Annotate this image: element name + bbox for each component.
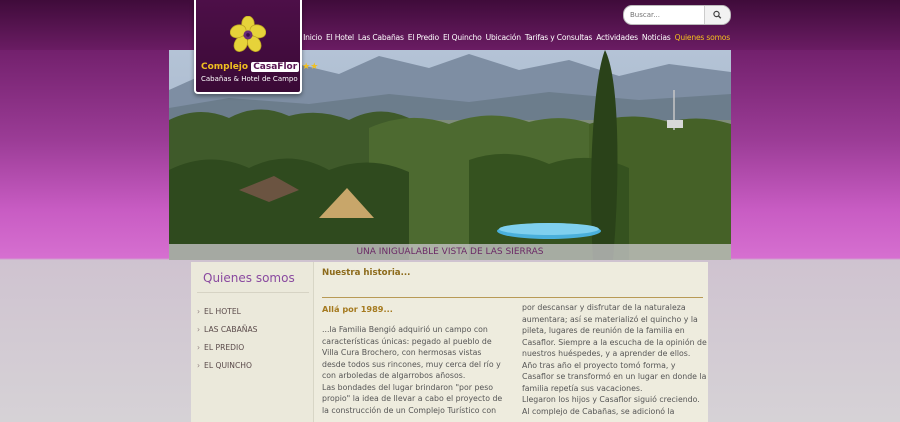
sidebar-item-el-quincho[interactable]: › EL QUINCHO bbox=[197, 361, 252, 370]
sidebar-item-label: EL PREDIO bbox=[204, 343, 245, 352]
nav-noticias[interactable]: Noticias bbox=[642, 33, 671, 42]
rating-stars: ★★ bbox=[302, 62, 319, 72]
chevron-right-icon: › bbox=[197, 325, 201, 334]
logo-title: Complejo CasaFlor ★★ bbox=[201, 62, 318, 72]
top-band bbox=[0, 0, 900, 50]
history-text-col2: por descansar y disfrutar de la naturale… bbox=[522, 303, 707, 416]
section-subtitle: Allá por 1989... bbox=[322, 304, 393, 314]
title-divider bbox=[322, 297, 703, 298]
flower-logo-icon bbox=[230, 16, 266, 52]
sidebar-item-label: EL HOTEL bbox=[204, 307, 241, 316]
sidebar-item-el-hotel[interactable]: › EL HOTEL bbox=[197, 307, 241, 316]
search-icon bbox=[713, 10, 722, 19]
nav-el-hotel[interactable]: El Hotel bbox=[326, 33, 354, 42]
nav-tarifas[interactable]: Tarifas y Consultas bbox=[525, 33, 593, 42]
sidebar-divider bbox=[197, 292, 309, 293]
chevron-right-icon: › bbox=[197, 343, 201, 352]
sidebar-item-las-cabanas[interactable]: › LAS CABAÑAS bbox=[197, 325, 257, 334]
logo-subtitle: Cabañas & Hotel de Campo bbox=[201, 75, 298, 83]
main-nav: Inicio El Hotel Las Cabañas El Predio El… bbox=[303, 33, 731, 42]
chevron-right-icon: › bbox=[197, 307, 201, 316]
search-box bbox=[623, 5, 731, 25]
nav-actividades[interactable]: Actividades bbox=[596, 33, 638, 42]
sidebar-item-label: LAS CABAÑAS bbox=[204, 325, 258, 334]
history-text-col1: ...la Familia Bengió adquirió un campo c… bbox=[322, 325, 503, 415]
sidebar-item-label: EL QUINCHO bbox=[204, 361, 252, 370]
content-panel: Quienes somos › EL HOTEL › LAS CABAÑAS › EL… bbox=[191, 262, 708, 422]
logo-brand: CasaFlor bbox=[251, 62, 300, 72]
sidebar-item-el-predio[interactable]: › EL PREDIO bbox=[197, 343, 244, 352]
chevron-right-icon: › bbox=[197, 361, 201, 370]
sidebar-title: Quienes somos bbox=[203, 271, 295, 285]
nav-quienes-somos[interactable]: Quienes somos bbox=[675, 33, 731, 42]
logo-prefix: Complejo bbox=[201, 62, 252, 72]
nav-el-predio[interactable]: El Predio bbox=[408, 33, 439, 42]
nav-inicio[interactable]: Inicio bbox=[303, 33, 322, 42]
hero-caption: UNA INIGUALABLE VISTA DE LAS SIERRAS bbox=[169, 244, 731, 260]
nav-el-quincho[interactable]: El Quincho bbox=[443, 33, 482, 42]
page-title: Nuestra historia... bbox=[322, 268, 411, 278]
search-button[interactable] bbox=[704, 6, 730, 24]
sidebar: Quienes somos › EL HOTEL › LAS CABAÑAS › EL… bbox=[191, 262, 314, 422]
nav-ubicacion[interactable]: Ubicación bbox=[486, 33, 521, 42]
search-input[interactable] bbox=[630, 8, 700, 21]
site-logo[interactable]: Complejo CasaFlor ★★ Cabañas & Hotel de C… bbox=[194, 0, 318, 94]
nav-las-cabanas[interactable]: Las Cabañas bbox=[358, 33, 404, 42]
